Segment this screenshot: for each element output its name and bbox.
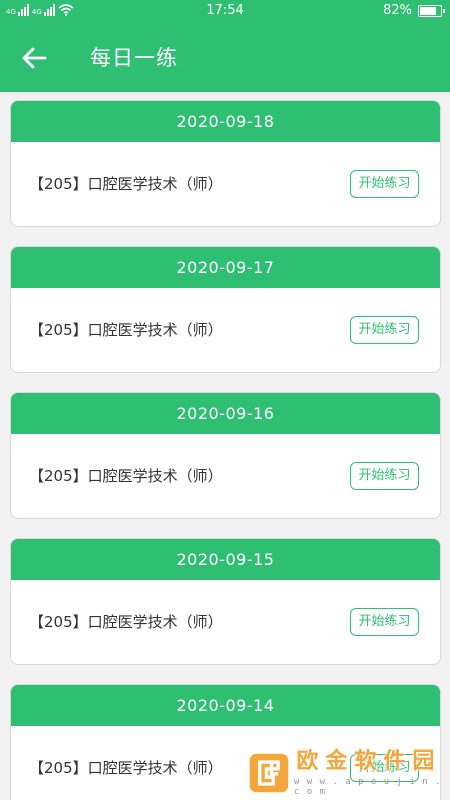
watermark-char: 件 — [383, 749, 406, 774]
battery-icon — [418, 4, 445, 17]
subject-label: 【205】口腔医学技术（师） — [29, 759, 223, 777]
card-body: 【205】口腔医学技术（师） 开始练习 — [11, 288, 440, 372]
arrow-left-icon[interactable] — [20, 44, 50, 72]
start-practice-button[interactable]: 开始练习 — [350, 170, 419, 198]
start-practice-button[interactable]: 开始练习 — [350, 462, 419, 490]
status-bar: 4G 4G 17:54 82% — [0, 0, 450, 22]
start-practice-button[interactable]: 开始练习 — [350, 608, 419, 636]
watermark-char: 软 — [354, 749, 377, 774]
practice-card: 2020-09-15 【205】口腔医学技术（师） 开始练习 — [10, 538, 441, 665]
card-date: 2020-09-17 — [11, 247, 440, 288]
practice-card: 2020-09-18 【205】口腔医学技术（师） 开始练习 — [10, 100, 441, 227]
subject-label: 【205】口腔医学技术（师） — [29, 175, 223, 193]
start-practice-button[interactable]: 开始练习 — [350, 316, 419, 344]
watermark: 欧金软件园 w w w . a p o u j i n . c o m — [248, 745, 450, 800]
app-bar: 每日一练 — [0, 22, 450, 92]
subject-label: 【205】口腔医学技术（师） — [29, 467, 223, 485]
battery-level — [420, 6, 436, 15]
card-date: 2020-09-15 — [11, 539, 440, 580]
card-body: 【205】口腔医学技术（师） 开始练习 — [11, 142, 440, 226]
practice-card: 2020-09-16 【205】口腔医学技术（师） 开始练习 — [10, 392, 441, 519]
watermark-url: w w w . a p o u j i n . c o m — [293, 777, 442, 797]
practice-list: 2020-09-18 【205】口腔医学技术（师） 开始练习 2020-09-17 【2… — [10, 100, 441, 800]
battery-indicator: 82% — [383, 3, 445, 18]
site-logo-icon — [249, 753, 289, 792]
subject-label: 【205】口腔医学技术（师） — [29, 321, 223, 339]
page-title: 每日一练 — [90, 46, 178, 70]
watermark-char: 园 — [412, 749, 435, 774]
watermark-char: 欧 — [296, 749, 319, 774]
subject-label: 【205】口腔医学技术（师） — [29, 613, 223, 631]
battery-percent: 82% — [383, 3, 412, 18]
watermark-brand: 欧金软件园 — [294, 748, 450, 775]
practice-card: 2020-09-17 【205】口腔医学技术（师） 开始练习 — [10, 246, 441, 373]
card-date: 2020-09-14 — [11, 685, 440, 726]
card-body: 【205】口腔医学技术（师） 开始练习 — [11, 434, 440, 518]
watermark-char: 金 — [325, 749, 348, 774]
card-date: 2020-09-18 — [11, 101, 440, 142]
card-body: 【205】口腔医学技术（师） 开始练习 — [11, 580, 440, 664]
card-date: 2020-09-16 — [11, 393, 440, 434]
